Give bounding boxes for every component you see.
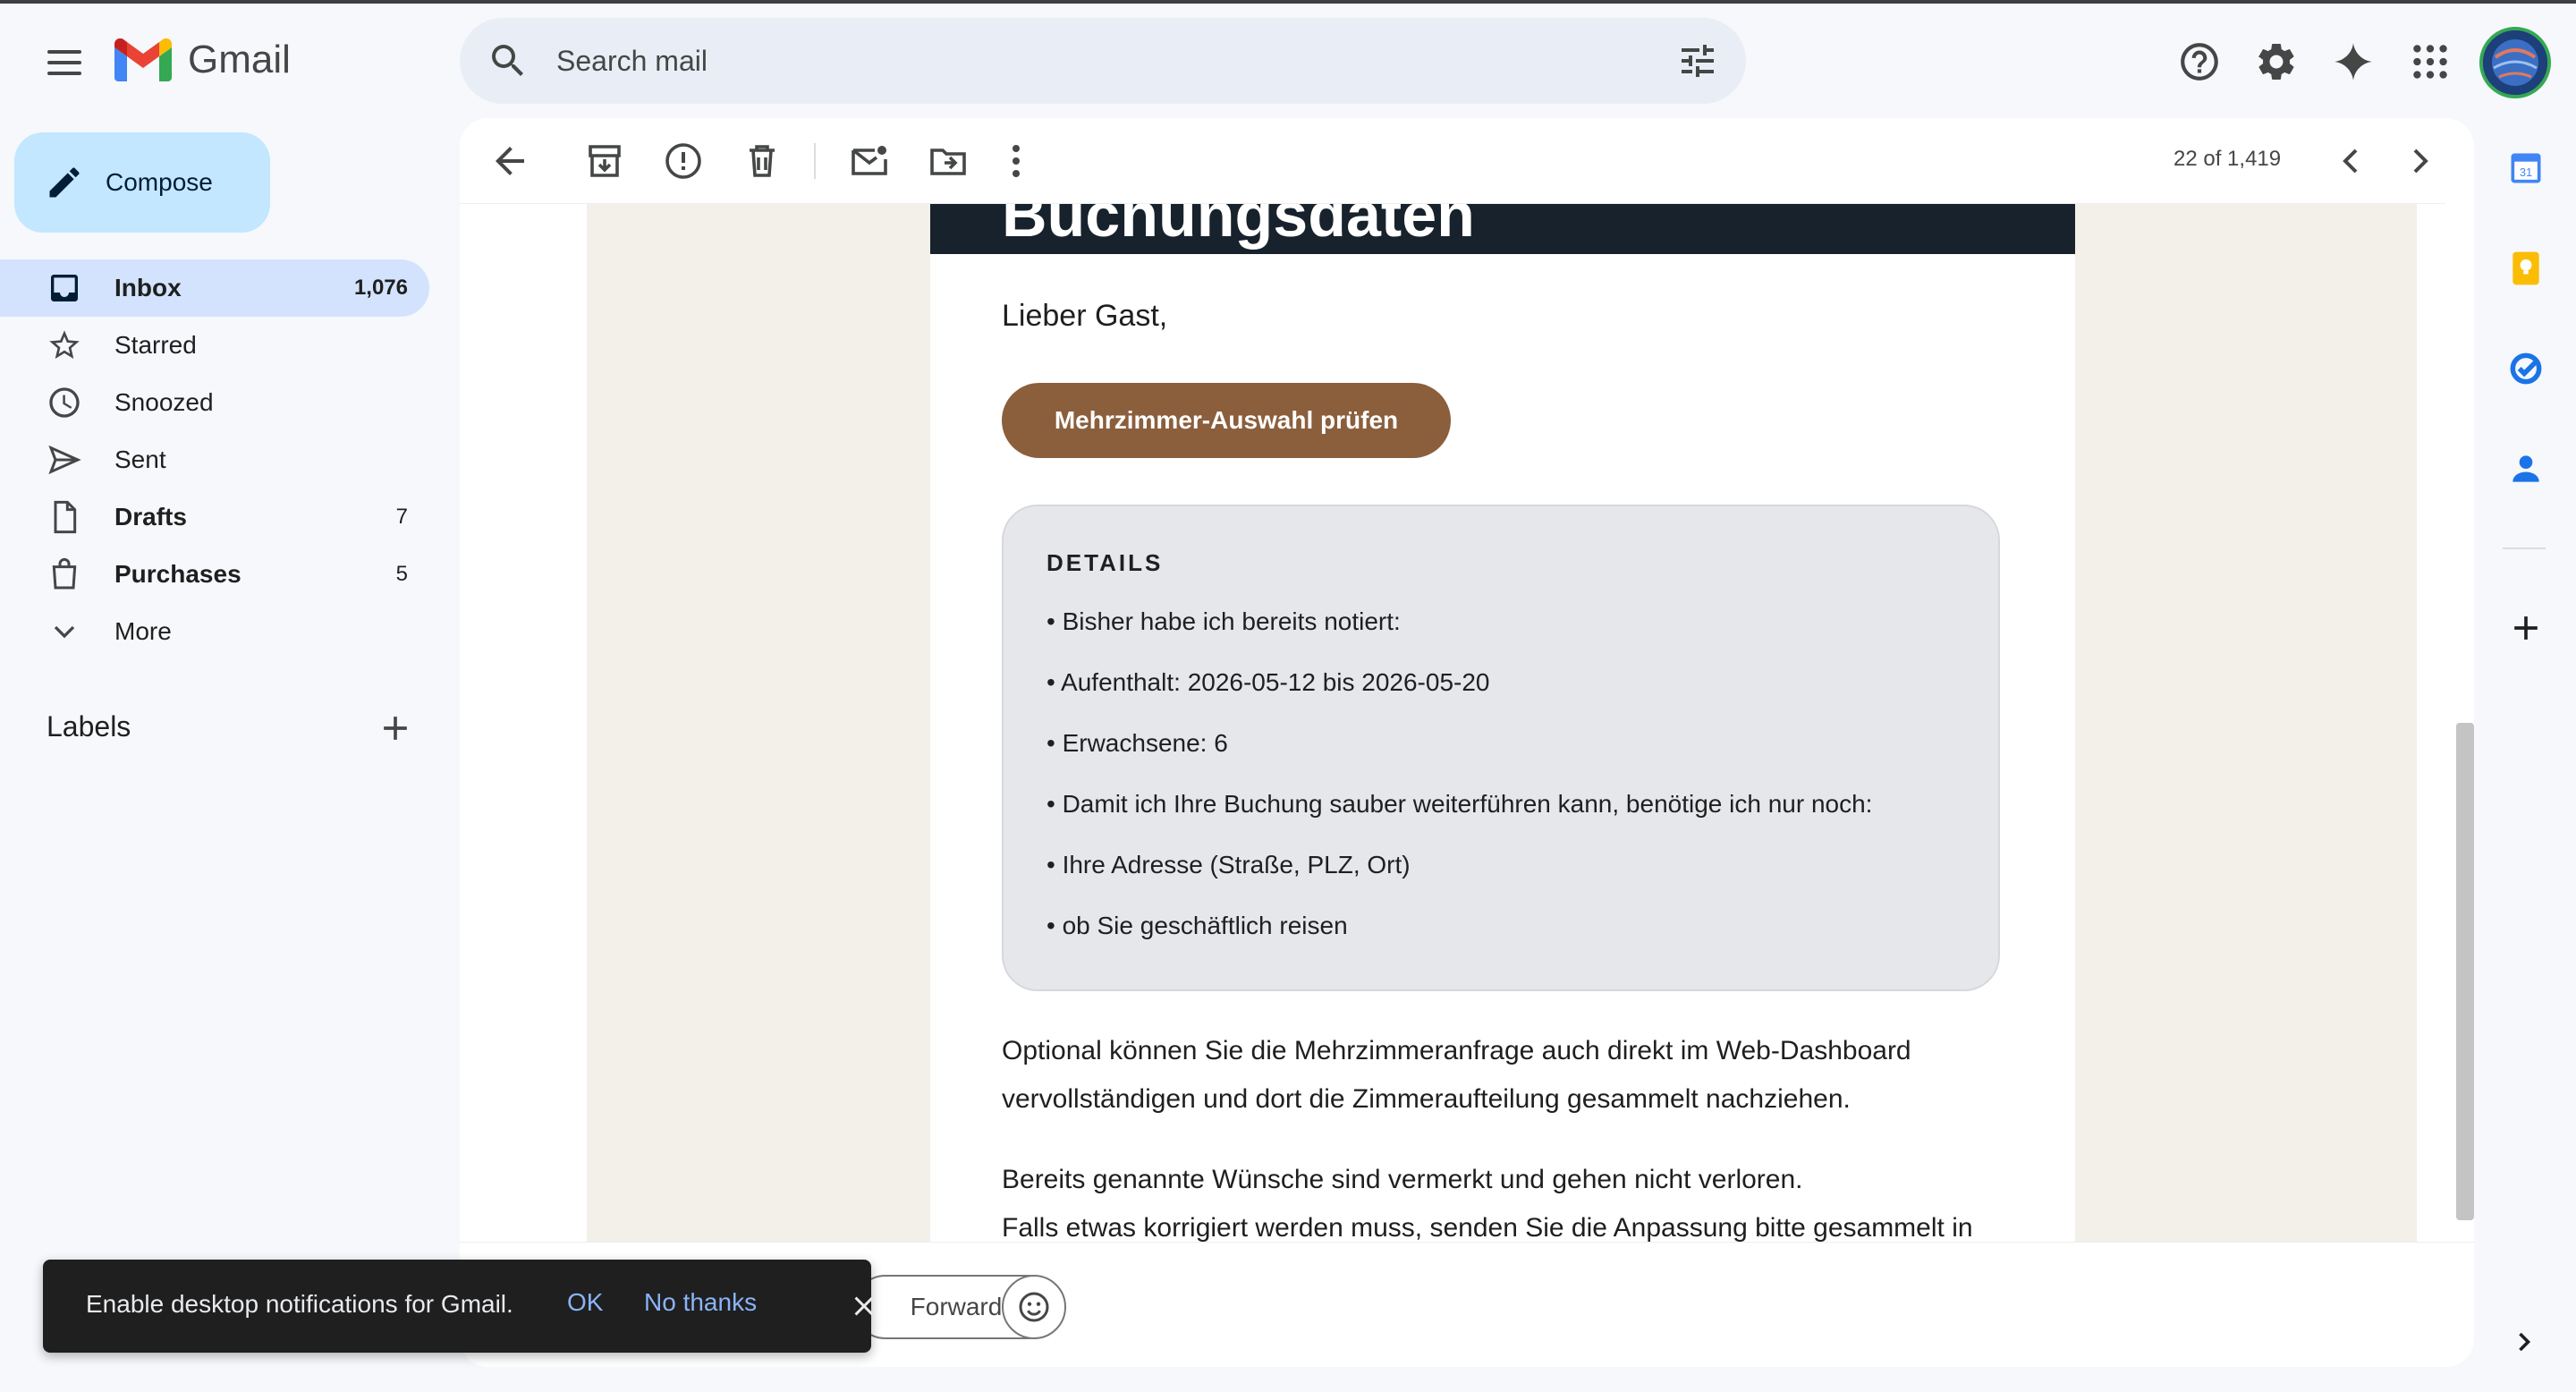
sidebar-item-purchases[interactable]: Purchases 5 [0, 546, 429, 603]
contacts-icon[interactable] [2506, 449, 2546, 488]
main-menu-icon[interactable] [39, 38, 89, 88]
list-item: • Ihre Adresse (Straße, PLZ, Ort) [1046, 851, 1411, 878]
list-item: • Aufenthalt: 2026-05-12 bis 2026-05-20 [1046, 668, 1490, 696]
email-paragraph: Bereits genannte Wünsche sind vermerkt u… [1002, 1165, 1803, 1194]
emoji-reaction-button[interactable] [1002, 1275, 1066, 1339]
chevron-left-icon[interactable] [2329, 140, 2372, 182]
unread-count: 1,076 [353, 276, 408, 300]
details-heading: DETAILS [1046, 549, 1164, 576]
email-banner-title: Buchungsdaten [1002, 204, 1475, 250]
search-input[interactable] [556, 36, 1630, 86]
list-item: • ob Sie geschäftlich reisen [1046, 912, 1348, 939]
draft-count: 7 [395, 505, 408, 529]
side-panel-divider [2503, 547, 2546, 549]
expand-side-panel-icon[interactable] [2508, 1326, 2540, 1358]
avatar-image [2483, 30, 2547, 95]
add-label-icon[interactable] [376, 709, 415, 748]
settings-gear-icon[interactable] [2254, 39, 2299, 84]
email-greeting: Lieber Gast, [1002, 299, 1168, 333]
shopping-bag-icon [52, 557, 77, 590]
toast-message: Enable desktop notifications for Gmail. [86, 1290, 513, 1318]
sidebar-item-label: Sent [114, 446, 166, 473]
gmail-m-icon [114, 38, 172, 81]
toast-ok-button[interactable]: OK [567, 1288, 603, 1317]
message-pager: 22 of 1,419 [2174, 147, 2282, 171]
draft-icon [54, 500, 77, 534]
move-to-folder-icon[interactable] [927, 140, 970, 182]
message-pane: 22 of 1,419 Buchungsdaten Lieber Gast, M… [460, 118, 2474, 1367]
app-name: Gmail [188, 38, 291, 81]
sidebar-item-snoozed[interactable]: Snoozed [0, 374, 429, 431]
more-vert-icon[interactable] [995, 140, 1038, 182]
purchases-count: 5 [395, 562, 408, 586]
sidebar-item-more[interactable]: More [0, 603, 429, 660]
sidebar-nav: Inbox 1,076 Starred Snoozed Sent Drafts … [0, 259, 429, 660]
smiley-icon [1019, 1292, 1049, 1322]
add-addon-icon[interactable] [2506, 608, 2546, 648]
sidebar-item-label: Purchases [114, 560, 242, 588]
sidebar-item-sent[interactable]: Sent [0, 431, 429, 488]
calendar-icon[interactable]: 31 [2506, 149, 2546, 188]
sidebar-item-starred[interactable]: Starred [0, 317, 429, 374]
message-toolbar: 22 of 1,419 [460, 118, 2445, 204]
sidebar-item-label: Drafts [114, 503, 187, 530]
notification-toast: Enable desktop notifications for Gmail. … [43, 1260, 874, 1353]
list-item: • Damit ich Ihre Buchung sauber weiterfü… [1046, 790, 1873, 818]
svg-text:31: 31 [2520, 166, 2532, 179]
help-icon[interactable] [2177, 39, 2222, 84]
toolbar-divider [814, 143, 816, 179]
sidebar-item-label: Inbox [114, 274, 182, 301]
forward-label: Forward [910, 1293, 1003, 1320]
list-item: • Erwachsene: 6 [1046, 729, 1228, 757]
search-icon[interactable] [487, 39, 530, 82]
sidebar-item-label: More [114, 617, 172, 645]
star-icon [49, 330, 80, 359]
compose-label: Compose [106, 168, 213, 196]
pencil-icon [49, 167, 80, 198]
sidebar-item-inbox[interactable]: Inbox 1,076 [0, 259, 429, 317]
delete-trash-icon[interactable] [741, 140, 784, 182]
sidebar-item-label: Snoozed [114, 388, 214, 416]
sidebar-item-drafts[interactable]: Drafts 7 [0, 488, 429, 546]
email-banner: Buchungsdaten [930, 204, 2075, 254]
chevron-down-icon [54, 625, 75, 639]
review-room-selection-button[interactable]: Mehrzimmer-Auswahl prüfen [1002, 383, 1451, 458]
scrollbar[interactable] [2456, 723, 2474, 1220]
keep-notes-icon[interactable] [2506, 249, 2546, 288]
search-options-icon[interactable] [1676, 39, 1719, 82]
search-bar [460, 18, 1746, 104]
toast-no-thanks-button[interactable]: No thanks [644, 1288, 757, 1317]
header: Gmail [0, 4, 2576, 118]
archive-icon[interactable] [583, 140, 626, 182]
tasks-icon[interactable] [2506, 349, 2546, 388]
mark-unread-icon[interactable] [848, 140, 891, 182]
apps-grid-icon[interactable] [2408, 39, 2453, 84]
labels-heading: Labels [47, 710, 131, 743]
details-list: • Bisher habe ich bereits notiert: • Auf… [1046, 607, 1872, 972]
list-item: • Bisher habe ich bereits notiert: [1046, 607, 1401, 635]
email-content: Buchungsdaten Lieber Gast, Mehrzimmer-Au… [930, 204, 2075, 1243]
compose-button[interactable]: Compose [14, 132, 270, 233]
close-icon[interactable] [848, 1290, 880, 1322]
back-arrow-icon[interactable] [488, 140, 531, 182]
clock-icon [49, 387, 80, 418]
inbox-icon [51, 275, 78, 301]
gemini-sparkle-icon[interactable] [2331, 39, 2376, 84]
report-spam-icon[interactable] [662, 140, 705, 182]
account-avatar[interactable] [2479, 27, 2551, 98]
email-paragraph: Optional können Sie die Mehrzimmeranfrag… [1002, 1036, 1911, 1114]
send-icon [48, 445, 81, 475]
chevron-right-icon[interactable] [2399, 140, 2442, 182]
details-box: DETAILS • Bisher habe ich bereits notier… [1002, 505, 2000, 991]
gmail-logo[interactable]: Gmail [114, 38, 291, 82]
sidebar-item-label: Starred [114, 331, 197, 359]
